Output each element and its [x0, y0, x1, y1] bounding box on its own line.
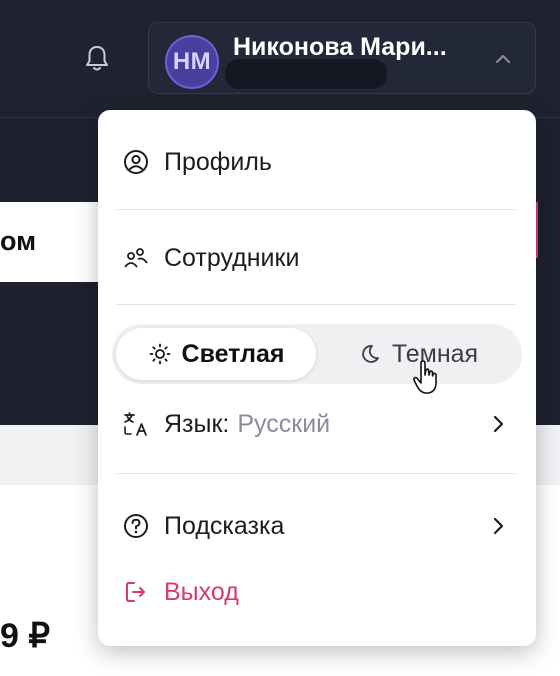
menu-item-logout-label: Выход: [164, 577, 239, 606]
background-card-label: ом: [0, 226, 37, 256]
menu-item-profile-label: Профиль: [164, 147, 272, 176]
theme-option-light-label: Светлая: [181, 339, 285, 368]
chevron-right-icon: [493, 415, 504, 433]
bell-icon: [86, 46, 108, 71]
menu-item-language[interactable]: Язык: Русский: [98, 396, 536, 452]
menu-item-employees-label: Сотрудники: [164, 243, 300, 272]
theme-option-light[interactable]: Светлая: [116, 328, 316, 380]
menu-item-language-label: Язык:: [164, 409, 230, 438]
notifications-button[interactable]: [80, 42, 114, 76]
menu-divider: [116, 209, 516, 210]
menu-item-hint[interactable]: Подсказка: [98, 498, 536, 554]
menu-item-hint-label: Подсказка: [164, 511, 285, 540]
chevron-up-icon: [496, 55, 510, 63]
logout-icon: [122, 578, 150, 606]
menu-item-profile[interactable]: Профиль: [98, 134, 536, 190]
menu-divider: [116, 473, 516, 474]
hand-cursor-icon: [413, 360, 437, 394]
menu-item-logout[interactable]: Выход: [98, 564, 536, 620]
avatar: НМ: [165, 35, 219, 89]
theme-switch: Светлая Темная: [112, 324, 522, 384]
chevron-right-icon: [493, 517, 504, 535]
user-menu-button[interactable]: НМ Никонова Мари...: [148, 22, 536, 94]
moon-icon: [358, 342, 382, 366]
question-circle-icon: [122, 512, 150, 540]
translate-icon: [122, 410, 150, 438]
menu-divider: [116, 304, 516, 305]
user-name: Никонова Мари...: [233, 33, 447, 61]
users-icon: [122, 244, 150, 272]
top-bar: НМ Никонова Мари...: [0, 0, 560, 118]
sun-icon: [148, 342, 172, 366]
menu-item-language-value: Русский: [237, 409, 331, 438]
user-circle-icon: [122, 148, 150, 176]
user-dropdown-menu: Профиль Сотрудники Светлая Темная Язык: …: [98, 110, 536, 646]
background-price: 9 ₽: [0, 617, 50, 655]
menu-item-employees[interactable]: Сотрудники: [98, 230, 536, 286]
user-subtitle-redacted: [225, 59, 387, 89]
